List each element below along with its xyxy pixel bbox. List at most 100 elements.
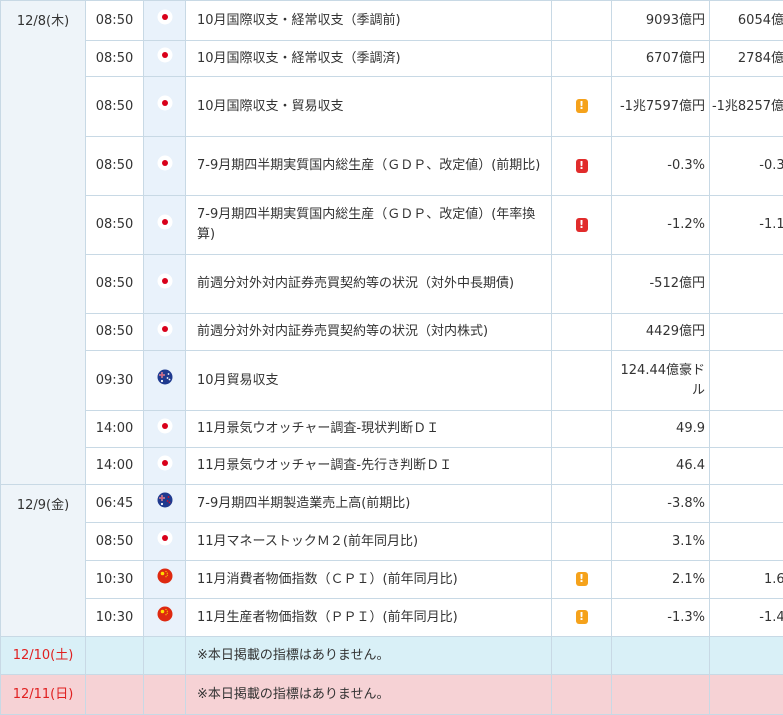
- time-cell: 08:50: [86, 255, 144, 314]
- forecast-value: 2784億円: [738, 51, 783, 66]
- importance-cell: !: [552, 599, 612, 637]
- previous-value-cell: 124.44億豪ドル: [612, 351, 710, 411]
- time-cell: 08:50: [86, 77, 144, 137]
- previous-value-cell: 49.9: [612, 411, 710, 448]
- jp-flag-icon: [157, 321, 173, 344]
- indicator-name-cell: 10月国際収支・経常収支（季調済): [186, 41, 552, 77]
- indicator-name: ※本日掲載の指標はありません。: [197, 648, 390, 663]
- previous-value-cell: -0.3%: [612, 137, 710, 196]
- indicator-name-cell: 前週分対外対内証券売買契約等の状況（対外中長期債): [186, 255, 552, 314]
- economic-calendar-table: 12/8(木)08:5010月国際収支・経常収支（季調前)9093億円6054億…: [0, 0, 783, 715]
- forecast-value-cell: 1.6%: [710, 561, 783, 599]
- forecast-value: -0.3%: [759, 158, 783, 173]
- time-label: 08:50: [96, 276, 133, 291]
- calendar-row: 12/10(土) ※本日掲載の指標はありません。: [1, 637, 783, 675]
- importance-alert-icon: !: [576, 610, 588, 624]
- previous-value: -1.2%: [667, 217, 705, 232]
- time-label: 08:50: [96, 324, 133, 339]
- time-cell: 06:45: [86, 485, 144, 523]
- indicator-name: 7-9月期四半期製造業売上高(前期比): [197, 496, 410, 511]
- indicator-name: ※本日掲載の指標はありません。: [197, 687, 390, 702]
- indicator-name-cell: 前週分対外対内証券売買契約等の状況（対内株式): [186, 314, 552, 351]
- calendar-row: 08:50 前週分対外対内証券売買契約等の状況（対内株式) 4429億円: [1, 314, 783, 351]
- previous-value-cell: 46.4: [612, 448, 710, 485]
- time-cell: 08:50: [86, 1, 144, 41]
- time-label: 08:50: [96, 51, 133, 66]
- country-cell: [144, 255, 186, 314]
- calendar-row: 09:30 10月貿易収支 124.44億豪ドル: [1, 351, 783, 411]
- forecast-value-cell: -1.1%: [710, 196, 783, 255]
- importance-cell: [552, 255, 612, 314]
- cn-flag-icon: [157, 568, 173, 591]
- time-cell: 08:50: [86, 314, 144, 351]
- previous-value: 46.4: [676, 458, 705, 473]
- country-cell: [144, 485, 186, 523]
- calendar-body: 12/8(木)08:5010月国際収支・経常収支（季調前)9093億円6054億…: [1, 1, 783, 715]
- previous-value-cell: 9093億円: [612, 1, 710, 41]
- importance-cell: [552, 411, 612, 448]
- importance-cell: [552, 637, 612, 675]
- jp-flag-icon: [157, 530, 173, 553]
- calendar-row: 12/9(金)06:457-9月期四半期製造業売上高(前期比)-3.8%: [1, 485, 783, 523]
- previous-value: -1兆7597億円: [620, 99, 705, 114]
- nz-flag-icon: [157, 492, 173, 515]
- importance-cell: [552, 448, 612, 485]
- importance-cell: !: [552, 137, 612, 196]
- jp-flag-icon: [157, 418, 173, 441]
- importance-cell: [552, 523, 612, 561]
- date-cell: 12/10(土): [1, 637, 86, 675]
- forecast-value-cell: 2784億円: [710, 41, 783, 77]
- previous-value: -3.8%: [667, 496, 705, 511]
- previous-value: -0.3%: [667, 158, 705, 173]
- time-cell: 09:30: [86, 351, 144, 411]
- calendar-row: 08:50 前週分対外対内証券売買契約等の状況（対外中長期債) -512億円: [1, 255, 783, 314]
- indicator-name-cell: 11月マネーストックＭ２(前年同月比): [186, 523, 552, 561]
- time-label: 08:50: [96, 217, 133, 232]
- indicator-name-cell: 11月消費者物価指数（ＣＰＩ）(前年同月比): [186, 561, 552, 599]
- previous-value: 4429億円: [646, 324, 705, 339]
- forecast-value-cell: [710, 637, 783, 675]
- time-cell: 08:50: [86, 137, 144, 196]
- time-cell: 08:50: [86, 196, 144, 255]
- indicator-name-cell: ※本日掲載の指標はありません。: [186, 637, 552, 675]
- previous-value-cell: [612, 637, 710, 675]
- importance-cell: [552, 675, 612, 715]
- indicator-name-cell: 10月国際収支・経常収支（季調前): [186, 1, 552, 41]
- country-cell: [144, 314, 186, 351]
- indicator-name-cell: 7-9月期四半期製造業売上高(前期比): [186, 485, 552, 523]
- date-label: 12/11(日): [13, 687, 74, 702]
- previous-value: 3.1%: [672, 534, 705, 549]
- previous-value-cell: -512億円: [612, 255, 710, 314]
- calendar-row: 08:5010月国際収支・経常収支（季調済)6707億円2784億円: [1, 41, 783, 77]
- calendar-row: 12/11(日) ※本日掲載の指標はありません。: [1, 675, 783, 715]
- country-cell: [144, 137, 186, 196]
- jp-flag-icon: [157, 47, 173, 70]
- previous-value: -1.3%: [667, 610, 705, 625]
- indicator-name: 前週分対外対内証券売買契約等の状況（対内株式): [197, 324, 488, 339]
- forecast-value: 6054億円: [738, 13, 783, 28]
- indicator-name: 7-9月期四半期実質国内総生産（ＧＤＰ、改定値）(年率換算): [197, 207, 535, 242]
- country-cell: [144, 196, 186, 255]
- indicator-name: 11月生産者物価指数（ＰＰＩ）(前年同月比): [197, 610, 458, 625]
- forecast-value: -1.4%: [759, 610, 783, 625]
- time-label: 14:00: [96, 458, 133, 473]
- country-cell: [144, 675, 186, 715]
- forecast-value: -1.1%: [759, 217, 783, 232]
- indicator-name: 11月マネーストックＭ２(前年同月比): [197, 534, 418, 549]
- previous-value: 124.44億豪ドル: [621, 363, 706, 398]
- time-label: 08:50: [96, 13, 133, 28]
- forecast-value-cell: [710, 448, 783, 485]
- indicator-name: 10月貿易収支: [197, 373, 279, 388]
- previous-value-cell: -3.8%: [612, 485, 710, 523]
- indicator-name-cell: 10月貿易収支: [186, 351, 552, 411]
- previous-value-cell: [612, 675, 710, 715]
- indicator-name-cell: 7-9月期四半期実質国内総生産（ＧＤＰ、改定値）(年率換算): [186, 196, 552, 255]
- country-cell: [144, 411, 186, 448]
- indicator-name: 11月景気ウオッチャー調査-先行き判断ＤＩ: [197, 458, 452, 473]
- forecast-value-cell: -0.3%: [710, 137, 783, 196]
- country-cell: [144, 637, 186, 675]
- importance-cell: [552, 351, 612, 411]
- time-label: 09:30: [96, 373, 133, 388]
- previous-value-cell: -1.2%: [612, 196, 710, 255]
- time-label: 06:45: [96, 496, 133, 511]
